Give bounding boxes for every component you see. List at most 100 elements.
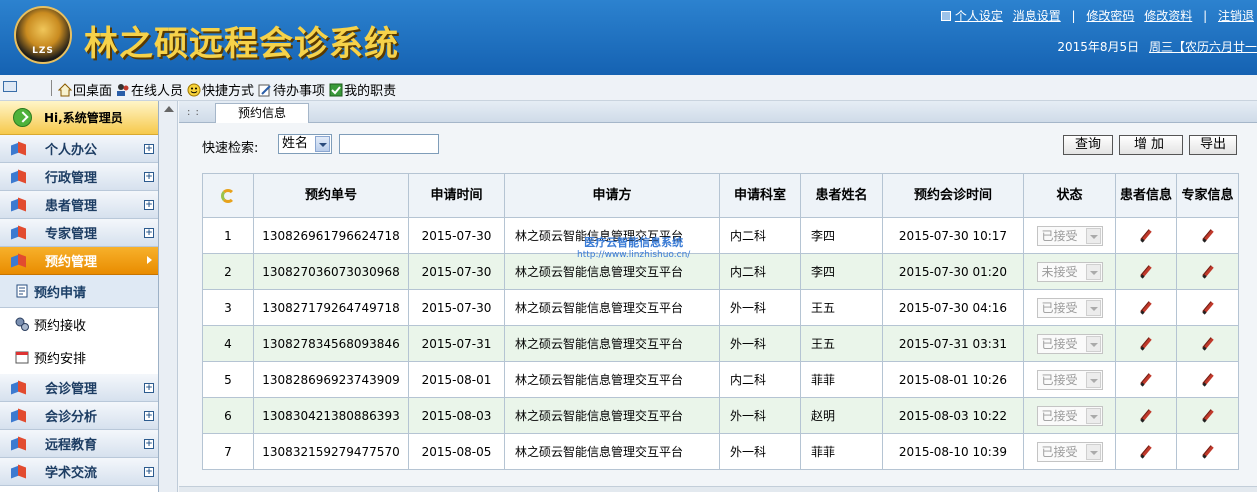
edit-expert-icon[interactable] <box>1201 337 1215 351</box>
menu-flag-icon <box>11 437 27 451</box>
expert-info-cell <box>1176 217 1239 254</box>
table-row[interactable]: 5 130828696923743909 2015-08-01 林之硕云智能信息管理交… <box>202 361 1239 398</box>
table-row[interactable]: 1 130826961796624718 2015-07-30 林之硕云智能信息管理交… <box>202 217 1239 254</box>
status-cell: 已接受 <box>1023 289 1116 326</box>
sub-item-appointment-schedule[interactable]: 预约安排 <box>0 341 158 374</box>
status-select[interactable]: 已接受 <box>1036 297 1103 318</box>
edit-patient-icon[interactable] <box>1139 373 1153 387</box>
edit-expert-icon[interactable] <box>1201 301 1215 315</box>
sub-item-label: 预约安排 <box>34 351 87 367</box>
expand-plus-icon[interactable]: + <box>144 144 154 154</box>
query-button[interactable]: 查询 <box>1063 135 1113 155</box>
edit-patient-icon[interactable] <box>1139 409 1153 423</box>
edit-patient-icon[interactable] <box>1139 265 1153 279</box>
document-icon <box>15 284 29 298</box>
toolbar-shortcuts[interactable]: 快捷方式 <box>187 80 254 99</box>
edit-expert-icon[interactable] <box>1201 373 1215 387</box>
sidebar-item-remote-education[interactable]: 远程教育 + <box>0 430 158 458</box>
users-icon <box>116 83 130 97</box>
tab-appointment-info[interactable]: 预约信息 <box>215 103 310 123</box>
sidebar-item-appointments[interactable]: 预约管理 <box>0 247 158 275</box>
refresh-column-header[interactable] <box>202 173 254 218</box>
toolbar-shortcuts-label: 快捷方式 <box>202 84 255 99</box>
tiger-logo: LZS <box>14 6 72 64</box>
edit-patient-icon[interactable] <box>1139 337 1153 351</box>
sidebar-item-label: 远程教育 <box>45 438 98 453</box>
status-select[interactable]: 已接受 <box>1036 369 1103 390</box>
search-field-select[interactable]: 姓名 <box>278 134 332 154</box>
row-number: 3 <box>202 289 254 326</box>
toolbar-duties[interactable]: 我的职责 <box>329 80 396 99</box>
toolbar-todo[interactable]: 待办事项 <box>258 80 325 99</box>
smiley-icon <box>187 83 201 97</box>
status-cell: 已接受 <box>1023 361 1116 398</box>
chevron-down-icon <box>315 136 330 152</box>
refresh-icon[interactable] <box>221 188 235 203</box>
toggle-panel-icon[interactable] <box>3 81 17 92</box>
expand-plus-icon[interactable]: + <box>144 439 154 449</box>
sidebar-item-label: 患者管理 <box>45 199 98 214</box>
table-row[interactable]: 7 130832159279477570 2015-08-05 林之硕云智能信息管理交… <box>202 433 1239 470</box>
edit-expert-icon[interactable] <box>1201 229 1215 243</box>
personal-settings-link[interactable]: 个人设定 <box>955 9 1003 23</box>
status-select[interactable]: 已接受 <box>1036 225 1103 246</box>
edit-expert-icon[interactable] <box>1201 265 1215 279</box>
lunar-date-link[interactable]: 周三【农历六月廿一 <box>1149 40 1257 54</box>
status-select[interactable]: 已接受 <box>1036 405 1103 426</box>
sidebar-item-label: 会诊管理 <box>45 382 98 397</box>
status-cell: 已接受 <box>1023 397 1116 434</box>
table-row[interactable]: 4 130827834568093846 2015-07-31 林之硕云智能信息管理交… <box>202 325 1239 362</box>
expand-plus-icon[interactable]: + <box>144 383 154 393</box>
status-value: 已接受 <box>1041 444 1078 459</box>
consult-time: 2015-08-01 10:26 <box>882 361 1024 398</box>
expand-plus-icon[interactable]: + <box>144 200 154 210</box>
logout-link[interactable]: 注销退 <box>1218 9 1254 23</box>
status-value: 未接受 <box>1041 264 1078 279</box>
check-circle-icon <box>13 108 32 127</box>
search-input[interactable] <box>339 134 439 154</box>
drag-handle-icon[interactable]: : : <box>187 107 200 118</box>
sidebar-item-experts[interactable]: 专家管理 + <box>0 219 158 247</box>
expand-plus-icon[interactable]: + <box>144 228 154 238</box>
order-number: 130826961796624718 <box>253 217 409 254</box>
expand-plus-icon[interactable]: + <box>144 172 154 182</box>
edit-patient-icon[interactable] <box>1139 229 1153 243</box>
sidebar-item-patients[interactable]: 患者管理 + <box>0 191 158 219</box>
expand-plus-icon[interactable]: + <box>144 467 154 477</box>
column-header: 患者信息 <box>1115 173 1177 218</box>
change-password-link[interactable]: 修改密码 <box>1086 9 1134 23</box>
toolbar-home[interactable]: 回桌面 <box>57 80 112 99</box>
sidebar-splitter[interactable] <box>159 101 178 492</box>
export-button[interactable]: 导出 <box>1189 135 1237 155</box>
toolbar-online-users[interactable]: 在线人员 <box>116 80 183 99</box>
edit-expert-icon[interactable] <box>1201 409 1215 423</box>
sidebar-item-consultation-mgmt[interactable]: 会诊管理 + <box>0 374 158 402</box>
sidebar-item-administration[interactable]: 行政管理 + <box>0 163 158 191</box>
message-settings-link[interactable]: 消息设置 <box>1013 9 1061 23</box>
edit-patient-icon[interactable] <box>1139 301 1153 315</box>
expand-plus-icon[interactable]: + <box>144 411 154 421</box>
sub-item-appointment-receive[interactable]: 预约接收 <box>0 308 158 341</box>
sidebar-item-label: 预约管理 <box>45 255 98 270</box>
collapse-arrow-icon[interactable] <box>164 106 174 112</box>
edit-expert-icon[interactable] <box>1201 445 1215 459</box>
table-row[interactable]: 2 130827036073030968 2015-07-30 林之硕云智能信息管理交… <box>202 253 1239 290</box>
expert-info-cell <box>1176 397 1239 434</box>
table-row[interactable]: 6 130830421380886393 2015-08-03 林之硕云智能信息管理交… <box>202 397 1239 434</box>
toolbar-online-users-label: 在线人员 <box>131 84 184 99</box>
table-row[interactable]: 3 130827179264749718 2015-07-30 林之硕云智能信息管理交… <box>202 289 1239 326</box>
status-select[interactable]: 未接受 <box>1036 261 1103 282</box>
date-display: 2015年8月5日 周三【农历六月廿一 <box>1057 38 1257 55</box>
status-select[interactable]: 已接受 <box>1036 441 1103 462</box>
department: 外一科 <box>719 325 801 362</box>
sidebar-item-consultation-analysis[interactable]: 会诊分析 + <box>0 402 158 430</box>
sidebar-item-academic-exchange[interactable]: 学术交流 + <box>0 458 158 486</box>
sidebar-item-label: 专家管理 <box>45 227 98 242</box>
patient-info-cell <box>1115 433 1177 470</box>
edit-profile-link[interactable]: 修改资料 <box>1144 9 1192 23</box>
edit-patient-icon[interactable] <box>1139 445 1153 459</box>
sidebar-item-personal-office[interactable]: 个人办公 + <box>0 135 158 163</box>
sub-item-appointment-request[interactable]: 预约申请 <box>0 275 158 308</box>
status-select[interactable]: 已接受 <box>1036 333 1103 354</box>
add-button[interactable]: 增加 <box>1119 135 1183 155</box>
